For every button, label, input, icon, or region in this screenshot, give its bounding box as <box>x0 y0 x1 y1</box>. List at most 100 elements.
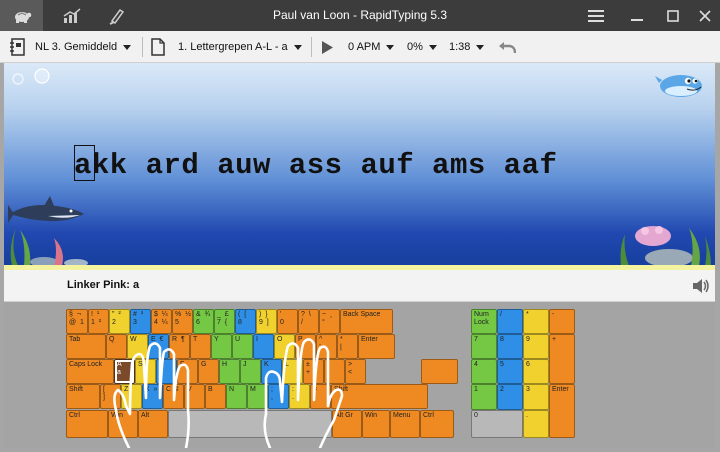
key[interactable]: " ² 2 <box>109 309 130 334</box>
finger-hint: Linker Pink: a <box>67 279 140 291</box>
key[interactable]: - <box>549 309 575 334</box>
key[interactable]: Caps Lock <box>66 359 114 384</box>
key[interactable]: ; , <box>268 384 289 409</box>
key[interactable]: E € <box>148 334 169 359</box>
key[interactable]: 3 <box>523 384 549 410</box>
key[interactable]: K <box>261 359 282 384</box>
key[interactable]: R ¶ <box>169 334 190 359</box>
key[interactable]: : . <box>289 384 310 409</box>
key[interactable]: G <box>198 359 219 384</box>
key[interactable]: C ¢ <box>163 384 184 409</box>
key[interactable]: Y <box>211 334 232 359</box>
menu-button[interactable] <box>578 0 614 31</box>
key[interactable]: ~ ¸ ° <box>319 309 340 334</box>
key[interactable]: * | <box>337 334 358 359</box>
key[interactable]: W <box>127 334 148 359</box>
maximize-button[interactable] <box>655 0 691 31</box>
key[interactable]: ? \ / <box>298 309 319 334</box>
key[interactable]: ^ ¨ <box>316 334 337 359</box>
key[interactable]: > < <box>345 359 366 384</box>
speed-selector[interactable]: 0 APM <box>348 31 395 63</box>
key[interactable]: M <box>247 384 268 409</box>
minimize-button[interactable] <box>619 0 655 31</box>
key[interactable]: Win <box>362 410 390 438</box>
key[interactable]: * <box>523 309 549 334</box>
key[interactable]: O <box>274 334 295 359</box>
key[interactable]: Z <box>121 384 142 409</box>
brush-icon <box>109 8 124 25</box>
key[interactable]: 7 <box>471 334 497 359</box>
key[interactable]: 4 <box>471 359 497 384</box>
key[interactable]: X » <box>142 384 163 409</box>
key[interactable]: Alt <box>138 410 168 438</box>
course-selector[interactable]: NL 3. Gemiddeld <box>10 31 132 63</box>
key[interactable]: ' 0 <box>277 309 298 334</box>
key[interactable]: P <box>295 334 316 359</box>
key[interactable]: T <box>190 334 211 359</box>
tab-statistics[interactable] <box>50 0 93 31</box>
key[interactable]: § ¬ @ 1 <box>66 309 88 334</box>
key[interactable]: 9 <box>523 334 549 359</box>
key[interactable]: [ ] <box>100 384 121 409</box>
play-icon <box>322 40 333 54</box>
key[interactable]: Ctrl <box>66 410 108 438</box>
key[interactable]: Num Lock <box>471 309 497 334</box>
turtle-icon <box>14 11 31 23</box>
key[interactable]: U <box>232 334 253 359</box>
key[interactable]: Q <box>106 334 127 359</box>
key[interactable]: 2 <box>497 384 523 410</box>
key[interactable]: ± + <box>303 359 324 384</box>
key[interactable]: # ³ 3 <box>130 309 151 334</box>
key[interactable]: + <box>549 334 575 384</box>
key[interactable]: 8 <box>497 334 523 359</box>
key[interactable]: A a <box>114 359 135 384</box>
accuracy-selector[interactable]: 0% <box>407 31 437 63</box>
play-button[interactable] <box>322 31 333 63</box>
key[interactable]: ( [ 8 <box>235 309 256 334</box>
key[interactable]: B <box>205 384 226 409</box>
key[interactable]: J <box>240 359 261 384</box>
key[interactable]: 6 <box>523 359 549 384</box>
key[interactable] <box>168 410 332 438</box>
key[interactable]: Win <box>108 410 138 438</box>
key[interactable]: % ½ 5 <box>172 309 193 334</box>
tab-editor[interactable] <box>95 0 138 31</box>
key[interactable]: Menu <box>390 410 420 438</box>
key[interactable]: N <box>226 384 247 409</box>
key[interactable]: H <box>219 359 240 384</box>
tab-typing-tutor[interactable] <box>0 0 43 31</box>
speaker-icon[interactable] <box>692 278 710 294</box>
key[interactable]: Back Space <box>340 309 393 334</box>
close-icon <box>699 9 711 22</box>
key[interactable]: S <box>135 359 156 384</box>
key[interactable]: $ ¼ 4 ¼ <box>151 309 172 334</box>
key[interactable]: Tab <box>66 334 106 359</box>
key[interactable]: Enter <box>549 384 575 438</box>
key[interactable]: ! ¹ 1 ² <box>88 309 109 334</box>
key[interactable]: Ctrl <box>420 410 454 438</box>
key[interactable]: . <box>523 410 549 438</box>
lesson-selector[interactable]: 1. Lettergrepen A-L - a <box>151 31 302 63</box>
close-button[interactable] <box>687 0 720 31</box>
key[interactable]: 1 <box>471 384 497 410</box>
enter-key-lower[interactable] <box>421 359 458 384</box>
key[interactable]: ) } 9 ] <box>256 309 277 334</box>
key[interactable]: / <box>497 309 523 334</box>
time-selector[interactable]: 1:38 <box>449 31 485 63</box>
key[interactable]: 5 <box>497 359 523 384</box>
key[interactable]: I <box>253 334 274 359</box>
key[interactable]: D <box>156 359 177 384</box>
key[interactable]: ` ´ <box>324 359 345 384</box>
key[interactable]: Shift <box>66 384 100 409</box>
key[interactable]: L <box>282 359 303 384</box>
key[interactable]: = - <box>310 384 331 409</box>
restart-button[interactable] <box>498 31 516 63</box>
key[interactable]: & ¾ 6 <box>193 309 214 334</box>
key[interactable]: 0 <box>471 410 523 438</box>
key[interactable]: Shift <box>331 384 428 409</box>
key[interactable]: Enter <box>358 334 395 359</box>
key[interactable]: V <box>184 384 205 409</box>
key[interactable]: Alt Gr <box>332 410 362 438</box>
key[interactable]: _ £ 7 { <box>214 309 235 334</box>
key[interactable]: F <box>177 359 198 384</box>
